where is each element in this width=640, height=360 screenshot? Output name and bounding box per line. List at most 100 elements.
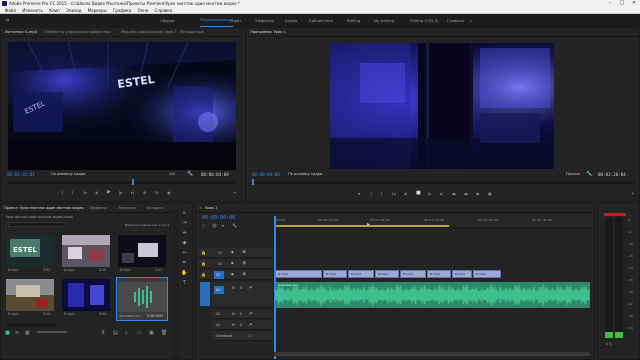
linked-selection-icon[interactable]: ⛓ [212, 223, 217, 228]
track-header-a1[interactable]: A1 M S 🎤 [212, 282, 273, 308]
minimize-button[interactable]: – [604, 0, 616, 7]
step-forward-button[interactable]: |▸ [428, 191, 431, 196]
play-button[interactable]: ▶ [107, 189, 111, 195]
mute-button[interactable]: M [232, 312, 235, 316]
home-icon[interactable]: ⌂ [6, 14, 9, 27]
project-item-thumbnail[interactable] [62, 235, 110, 267]
microphone-icon[interactable]: 🎤 [248, 312, 252, 316]
ripple-edit-tool-icon[interactable]: ⇹ [180, 230, 189, 237]
program-playhead[interactable] [252, 179, 254, 185]
thumbnail-zoom-slider[interactable] [6, 324, 56, 327]
extract-button[interactable]: ⏏ [464, 191, 468, 196]
menu-window[interactable]: Окно [138, 7, 149, 14]
export-frame-icon[interactable]: ◉ [476, 191, 480, 196]
visibility-icon[interactable]: 👁 [242, 272, 246, 276]
add-marker-button[interactable]: ▾ [358, 191, 360, 196]
snap-icon[interactable]: ⊂ [202, 223, 205, 228]
menu-edit[interactable]: Изменить [22, 7, 43, 14]
maximize-button[interactable]: □ [616, 0, 628, 7]
timeline-ruler[interactable]: 00:00 00:00:30:00 00:01:00:00 00:01:30:0… [274, 216, 592, 228]
comparison-view-icon[interactable]: ▣ [488, 191, 492, 196]
project-item-thumbnail[interactable]: ESTEL [6, 235, 54, 267]
step-back-button[interactable]: ◂| [404, 191, 407, 196]
trash-icon[interactable]: 🗑 [161, 330, 167, 336]
video-clip[interactable]: Б.mp4 [275, 270, 322, 278]
tab-metadata[interactable]: Метаданные [180, 28, 204, 37]
scrollbar-thumb[interactable] [274, 352, 590, 356]
timeline-timecode[interactable]: 00:00:00:00 [202, 215, 235, 221]
workspace-editing-en[interactable]: Editing [347, 14, 360, 27]
mark-in-button[interactable]: { [61, 190, 64, 195]
source-fit-select[interactable]: По размеру кадра [51, 172, 85, 176]
track-header-v3[interactable]: V3 🔒 ◉ 👁 [198, 248, 273, 258]
go-to-out-button[interactable]: ▸| [440, 191, 443, 196]
new-item-icon[interactable]: ▣ [149, 330, 154, 336]
tab-markers[interactable]: Маркеры [119, 204, 136, 213]
step-back-button[interactable]: ◂| [95, 190, 98, 195]
track-header-v1[interactable]: V1 🔒 ◉ 👁 [198, 270, 273, 280]
tab-project[interactable]: Проект: Урок монтаж один монтаж видео [4, 204, 84, 213]
close-tab-icon[interactable]: × [199, 204, 202, 213]
solo-button[interactable]: S [240, 323, 242, 327]
add-button-icon[interactable]: + [631, 191, 634, 196]
tab-effect-controls[interactable]: Элементы управления эффектами [45, 28, 111, 37]
menu-file[interactable]: Файл [5, 7, 16, 14]
toggle-output-icon[interactable]: ◉ [231, 261, 234, 265]
track-header-v2[interactable]: V2 🔒 ◉ 👁 [198, 259, 273, 269]
tab-history[interactable]: История [147, 204, 163, 213]
lock-icon[interactable]: 🔒 [201, 250, 206, 255]
menu-markers[interactable]: Маркеры [88, 7, 107, 14]
add-marker-icon[interactable]: ▾ [222, 223, 224, 228]
timeline-settings-icon[interactable]: 🔧 [232, 223, 237, 228]
menu-help[interactable]: Справка [155, 7, 173, 14]
go-to-in-button[interactable]: |◂ [392, 191, 395, 196]
lock-icon[interactable]: 🔒 [201, 272, 206, 277]
step-forward-button[interactable]: |▸ [119, 190, 122, 195]
project-item-thumbnail[interactable] [118, 235, 166, 267]
audio-clip[interactable]: Фоновая муз. [275, 282, 590, 308]
work-area-bar[interactable] [274, 225, 449, 227]
insert-button[interactable]: ⊞ [143, 190, 146, 195]
add-button-icon[interactable]: + [233, 190, 236, 195]
lock-icon[interactable]: ■ [5, 330, 10, 336]
menu-clip[interactable]: Клип [49, 7, 60, 14]
video-clip[interactable]: Б.mp4 [348, 270, 374, 278]
project-item-selected[interactable]: Фоновая муз. 2:18:0000 [116, 277, 168, 321]
track-header-a2[interactable]: A2 M S 🎤 [212, 309, 273, 319]
visibility-icon[interactable]: 👁 [242, 250, 246, 254]
go-to-out-button[interactable]: ▸| [131, 190, 134, 195]
overwrite-button[interactable]: ⊟ [155, 190, 158, 195]
hand-tool-icon[interactable]: ✋ [180, 270, 189, 277]
track-select-tool-icon[interactable]: ⇥ [180, 220, 189, 227]
mark-in-button[interactable]: { [370, 191, 373, 196]
program-scrub-bar[interactable] [252, 179, 635, 185]
project-item-thumbnail[interactable] [62, 279, 110, 311]
wrench-icon[interactable]: 🔧 [586, 171, 592, 177]
toggle-output-icon[interactable]: ◉ [231, 250, 234, 254]
program-quality-select[interactable]: Полное [566, 172, 580, 176]
razor-tool-icon[interactable]: ◆ [180, 240, 189, 247]
workspace-effects[interactable]: Эффекты [255, 14, 274, 27]
solo-button[interactable]: S [240, 286, 242, 290]
zoom-slider[interactable] [37, 331, 67, 333]
sort-icon[interactable]: ⇅ [101, 330, 105, 336]
workspace-assembly[interactable]: Сборка [160, 14, 174, 27]
workspace-editing-cs55[interactable]: Editing (CS5.5) [410, 14, 439, 27]
program-fit-select[interactable]: По размеру кадра [288, 172, 322, 176]
workspace-audio[interactable]: Аудио [285, 14, 297, 27]
source-patch-a1[interactable] [200, 282, 210, 306]
lock-icon[interactable]: 🔒 [201, 261, 206, 266]
menu-sequence[interactable]: Эпизод [66, 7, 81, 14]
project-search-input[interactable] [6, 222, 66, 227]
menu-graphics[interactable]: Графика [113, 7, 131, 14]
stop-button[interactable]: ■ [416, 190, 421, 196]
go-to-in-button[interactable]: |◂ [83, 190, 86, 195]
toggle-output-icon[interactable]: ◉ [231, 272, 234, 276]
solo-button[interactable]: S [240, 312, 242, 316]
close-button[interactable]: ✕ [628, 0, 640, 7]
search-icon[interactable]: ⌕ [125, 330, 128, 336]
new-bin-icon[interactable]: ▭ [137, 330, 142, 336]
microphone-icon[interactable]: 🎤 [248, 323, 252, 327]
workspace-libraries[interactable]: Библиотеки [309, 14, 333, 27]
visibility-icon[interactable]: 👁 [242, 261, 246, 265]
